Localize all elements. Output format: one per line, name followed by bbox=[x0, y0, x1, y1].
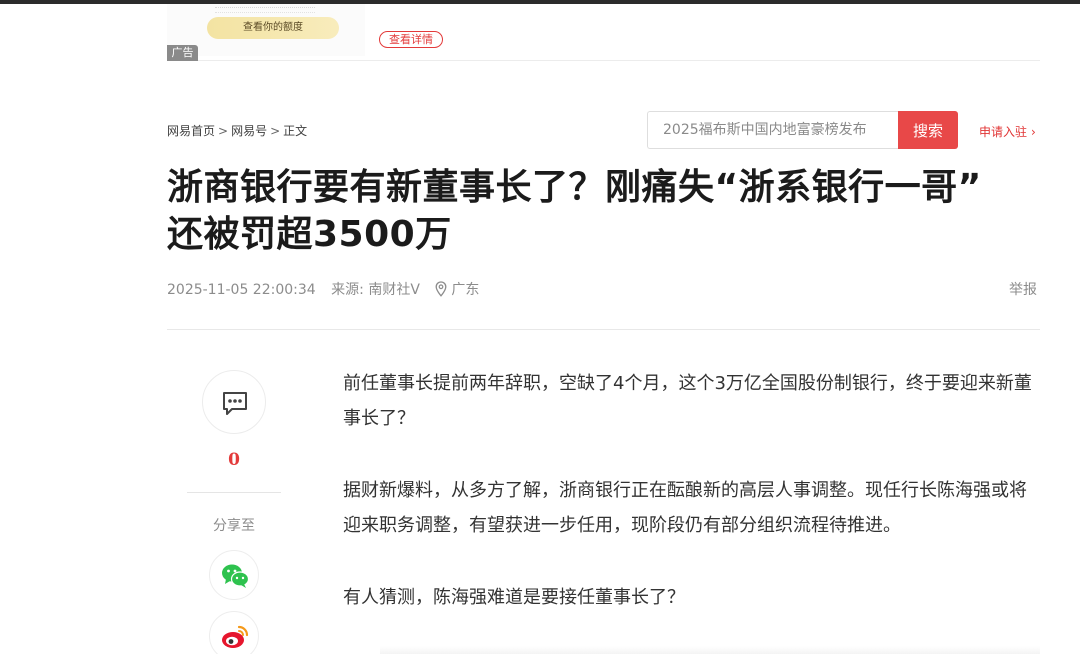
breadcrumb: 网易首页 > 网易号 > 正文 bbox=[167, 122, 307, 139]
ad-tag: 广告 bbox=[167, 45, 198, 61]
apply-link-label: 申请入驻 bbox=[979, 125, 1028, 139]
weibo-icon bbox=[222, 625, 249, 648]
article-title: 浙商银行要有新董事长了？刚痛失“浙系银行一哥” 还被罚超3500万 bbox=[167, 164, 1040, 258]
share-wechat-button[interactable] bbox=[209, 550, 259, 600]
publish-time: 2025-11-05 22:00:34 bbox=[167, 282, 316, 298]
ad-detail-button[interactable]: 查看详情 bbox=[379, 31, 443, 48]
article-title-line: 还被罚超3500万 bbox=[167, 214, 452, 255]
article-title-line: 浙商银行要有新董事长了？刚痛失“浙系银行一哥” bbox=[167, 167, 982, 208]
apply-link[interactable]: 申请入驻 › bbox=[979, 123, 1036, 140]
ad-fine-print bbox=[215, 7, 315, 13]
search-box: 搜索 bbox=[647, 111, 958, 149]
article-paragraph: 前任董事长提前两年辞职，空缺了4个月，这个3万亿全国股份制银行，终于要迎来新董事… bbox=[343, 373, 1032, 429]
report-link[interactable]: 举报 bbox=[1009, 279, 1037, 299]
article-body: 前任董事长提前两年辞职，空缺了4个月，这个3万亿全国股份制银行，终于要迎来新董事… bbox=[343, 366, 1043, 652]
divider bbox=[167, 329, 1040, 330]
divider bbox=[187, 492, 281, 493]
ad-banner[interactable]: 查看你的额度 查看详情 广告 bbox=[167, 4, 1040, 61]
breadcrumb-current: 正文 bbox=[283, 124, 308, 138]
ad-quota-button[interactable]: 查看你的额度 bbox=[207, 17, 339, 39]
chevron-right-icon: › bbox=[1031, 125, 1036, 139]
article-paragraph: 有人猜测，陈海强难道是要接任董事长了？ bbox=[343, 587, 685, 608]
comment-icon bbox=[223, 392, 247, 415]
search-input[interactable] bbox=[647, 111, 898, 149]
comment-count[interactable]: 0 bbox=[187, 450, 281, 470]
comment-button[interactable] bbox=[202, 370, 266, 434]
breadcrumb-separator: > bbox=[270, 124, 281, 138]
article-source[interactable]: 来源: 南财社V bbox=[331, 282, 420, 298]
image-placeholder bbox=[380, 646, 1040, 654]
location-icon bbox=[435, 281, 447, 297]
breadcrumb-separator: > bbox=[218, 124, 229, 138]
share-weibo-button[interactable] bbox=[209, 611, 259, 654]
article-location: 广东 bbox=[451, 282, 480, 298]
article-meta: 2025-11-05 22:00:34 来源: 南财社V 广东 bbox=[167, 279, 490, 299]
wechat-icon bbox=[222, 564, 249, 588]
article-paragraph: 据财新爆料，从多方了解，浙商银行正在酝酿新的高层人事调整。现任行长陈海强或将迎来… bbox=[343, 480, 1027, 536]
breadcrumb-netease-hao[interactable]: 网易号 bbox=[231, 122, 267, 139]
share-label: 分享至 bbox=[213, 518, 255, 534]
search-button[interactable]: 搜索 bbox=[898, 111, 958, 149]
breadcrumb-home[interactable]: 网易首页 bbox=[167, 122, 215, 139]
